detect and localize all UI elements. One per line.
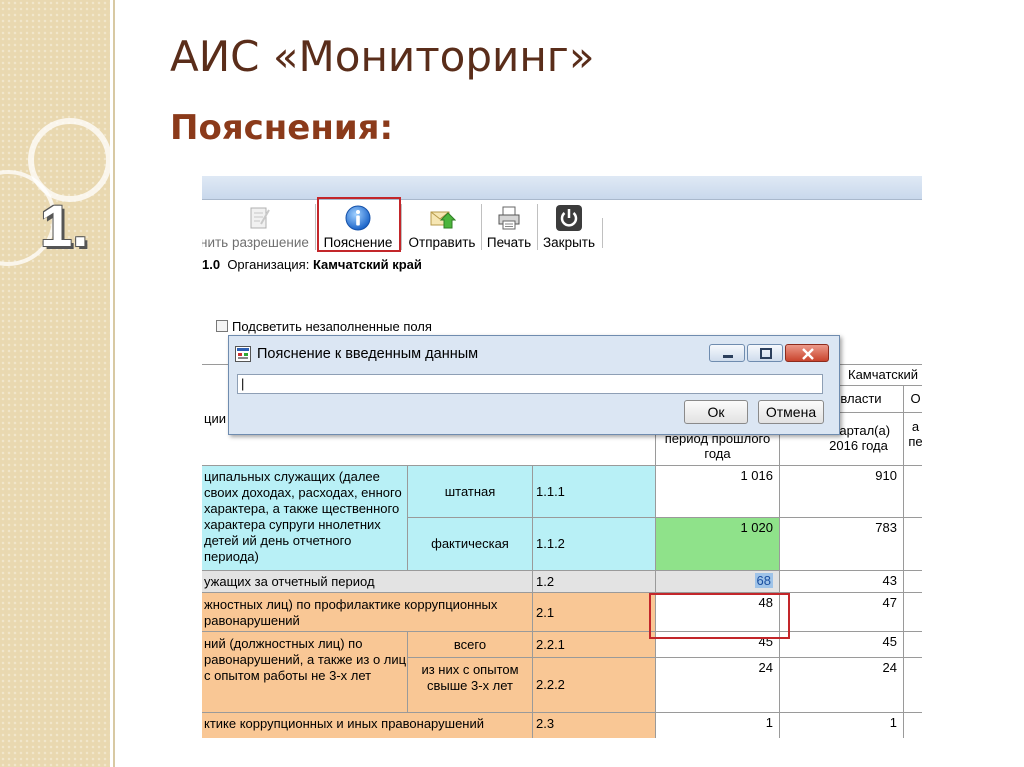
row-2-3-code: 2.3 xyxy=(532,712,656,738)
row-1-2-code: 1.2 xyxy=(532,570,656,593)
dialog-title: Пояснение к введенным данным xyxy=(257,346,479,362)
row-1-2-extra[interactable] xyxy=(903,570,922,593)
power-icon xyxy=(556,205,582,231)
row-2-2-1-sub: всего xyxy=(407,631,533,658)
row-1-2-prev-value: 68 xyxy=(754,573,773,588)
header-col-o: О xyxy=(903,385,922,413)
row-1-2-cur[interactable]: 43 xyxy=(779,570,904,593)
row-1-1-1-prev[interactable]: 1 016 xyxy=(655,465,780,518)
row-2-2-1-code: 2.2.1 xyxy=(532,631,656,658)
row-2-2-2-cur[interactable]: 24 xyxy=(779,657,904,713)
explanation-input[interactable]: | xyxy=(237,374,823,394)
row-2-1-cur[interactable]: 47 xyxy=(779,592,904,632)
explanation-dialog: Пояснение к введенным данным | Ок Отмена xyxy=(228,335,840,435)
toolbar-separator xyxy=(401,204,402,250)
highlight-empty-label: Подсветить незаполненные поля xyxy=(232,319,432,334)
row-2-2-2-extra[interactable] xyxy=(903,657,922,713)
send-label: Отправить xyxy=(408,235,476,250)
dialog-minimize-button[interactable] xyxy=(709,344,745,362)
toolbar-separator xyxy=(315,204,316,250)
print-button[interactable]: Печать xyxy=(482,202,536,252)
row-2-2-1-cur[interactable]: 45 xyxy=(779,631,904,658)
send-mail-icon xyxy=(430,211,456,229)
decorative-strip xyxy=(0,0,110,767)
highlight-explanation-button xyxy=(317,197,401,252)
row-2-3-description: ктике коррупционных и иных правонарушени… xyxy=(202,712,533,738)
row-2-1-extra[interactable] xyxy=(903,592,922,632)
highlight-empty-checkbox[interactable] xyxy=(216,320,228,332)
dialog-cancel-button[interactable]: Отмена xyxy=(758,400,824,424)
row-2-3-prev[interactable]: 1 xyxy=(655,712,780,738)
header-col-a-text: а xyxy=(911,419,920,434)
org-label: Организация: xyxy=(227,257,310,272)
toolbar-grip[interactable] xyxy=(602,218,603,248)
close-icon xyxy=(802,348,814,360)
row-1-1-1-cur[interactable]: 910 xyxy=(779,465,904,518)
row-1-1-description: ципальных служащих (далее своих доходах,… xyxy=(202,465,408,571)
close-label: Закрыть xyxy=(543,235,595,250)
permission-button[interactable]: нить разрешение xyxy=(202,202,314,252)
highlight-value-48 xyxy=(649,593,790,639)
app-screenshot: нить разрешение Пояснение Отправить Печа… xyxy=(202,176,922,738)
row-2-2-2-prev[interactable]: 24 xyxy=(655,657,780,713)
dialog-app-icon xyxy=(235,346,251,362)
close-button[interactable]: Закрыть xyxy=(538,202,600,252)
org-value: Камчатский край xyxy=(312,257,422,272)
header-label-fragment: ции xyxy=(204,411,226,426)
row-1-1-1-sub: штатная xyxy=(407,465,533,518)
slide-subtitle: Пояснения: xyxy=(170,108,394,148)
row-1-2-prev[interactable]: 68 xyxy=(655,570,780,593)
header-col-a: а пе xyxy=(903,412,922,466)
row-1-1-2-extra[interactable] xyxy=(903,517,922,571)
print-label: Печать xyxy=(486,235,532,250)
row-1-2-description: ужащих за отчетный период xyxy=(202,570,533,593)
printer-icon xyxy=(498,206,520,230)
row-1-1-1-code: 1.1.1 xyxy=(532,465,656,518)
organization-line: 1.0 Организация: Камчатский край xyxy=(202,257,422,272)
row-1-1-2-sub: фактическая xyxy=(407,517,533,571)
permission-icon xyxy=(250,207,270,229)
header-region: Камчатский xyxy=(838,364,922,386)
row-1-1-1-extra[interactable] xyxy=(903,465,922,518)
row-2-2-2-code: 2.2.2 xyxy=(532,657,656,713)
permission-label: нить разрешение xyxy=(202,235,309,250)
row-1-1-2-code: 1.1.2 xyxy=(532,517,656,571)
row-2-3-cur[interactable]: 1 xyxy=(779,712,904,738)
minimize-icon xyxy=(723,355,733,358)
row-1-1-2-cur[interactable]: 783 xyxy=(779,517,904,571)
slide-title: АИС «Мониторинг» xyxy=(170,32,595,81)
row-2-2-1-extra[interactable] xyxy=(903,631,922,658)
org-prefix: 1.0 xyxy=(202,257,221,272)
slide-number: 1. xyxy=(40,194,89,259)
row-2-2-2-sub: из них с опытом свыше 3-х лет xyxy=(407,657,533,713)
window-top-bar xyxy=(202,176,922,200)
dialog-maximize-button[interactable] xyxy=(747,344,783,362)
row-2-2-description: ний (должностных лиц) по равонарушений, … xyxy=(202,631,408,713)
row-2-1-code: 2.1 xyxy=(532,592,656,632)
dialog-ok-button[interactable]: Ок xyxy=(684,400,748,424)
header-col-ne-text: пе xyxy=(908,434,922,449)
toolbar: нить разрешение Пояснение Отправить Печа… xyxy=(202,200,922,253)
row-1-1-2-prev[interactable]: 1 020 xyxy=(655,517,780,571)
maximize-icon xyxy=(760,348,772,359)
decorative-divider xyxy=(113,0,115,767)
dialog-close-button[interactable] xyxy=(785,344,829,362)
send-button[interactable]: Отправить xyxy=(403,202,481,252)
highlight-empty-fields-row[interactable]: Подсветить незаполненные поля xyxy=(216,319,432,334)
row-2-1-description: жностных лиц) по профилактике коррупцион… xyxy=(202,592,533,632)
row-2-3-extra[interactable] xyxy=(903,712,922,738)
